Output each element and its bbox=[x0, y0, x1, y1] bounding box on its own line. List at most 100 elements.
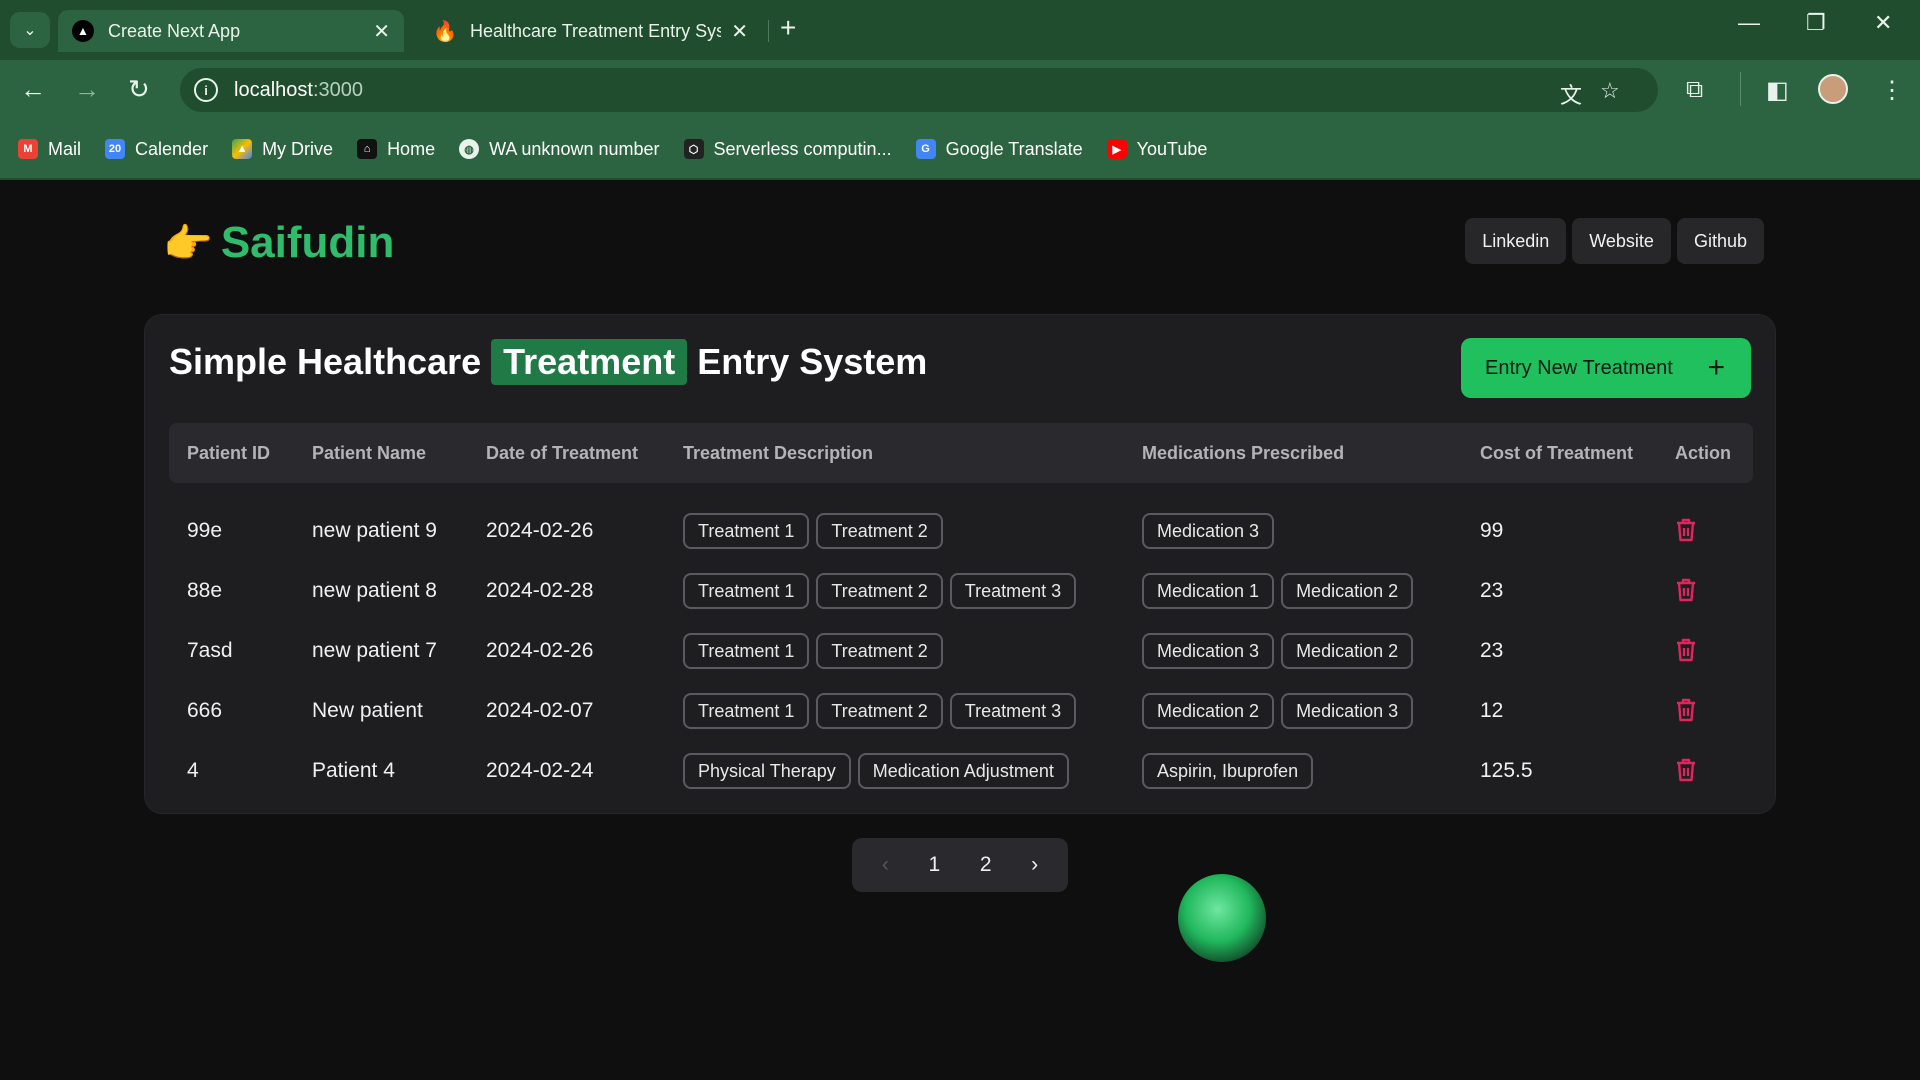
youtube-icon: ▶ bbox=[1106, 139, 1127, 159]
date-cell: 2024-02-28 bbox=[486, 579, 594, 602]
patient-id-cell: 666 bbox=[187, 699, 223, 722]
medication-tag: Medication 3 bbox=[1142, 633, 1275, 669]
restore-icon[interactable]: ❐ bbox=[1806, 10, 1826, 36]
tab-search-button[interactable]: ⌄ bbox=[10, 12, 50, 48]
treatment-tag: Treatment 1 bbox=[683, 513, 810, 549]
close-window-icon[interactable]: ✕ bbox=[1874, 10, 1892, 36]
table-row: 666 New patient 2024-02-07 12 Treatment 1 Tre… bbox=[169, 681, 1753, 741]
col-action: Action bbox=[1675, 443, 1731, 463]
page-2-button[interactable]: 2 bbox=[980, 853, 992, 877]
patient-id-cell: 7asd bbox=[187, 639, 233, 662]
treatment-tag: Treatment 1 bbox=[683, 693, 810, 729]
prev-page-button[interactable]: ‹ bbox=[882, 853, 889, 877]
extensions-icon[interactable]: ⧉ bbox=[1686, 76, 1703, 104]
cursor-highlight bbox=[1178, 874, 1266, 962]
col-cost: Cost of Treatment bbox=[1480, 443, 1634, 463]
site-info-icon[interactable]: i bbox=[194, 78, 218, 102]
toolbar-divider bbox=[1740, 72, 1741, 106]
bookmark-mail[interactable]: M Mail bbox=[18, 139, 81, 160]
cost-cell: 23 bbox=[1480, 639, 1504, 662]
bookmark-youtube[interactable]: ▶ YouTube bbox=[1106, 139, 1207, 160]
serverless-icon: ⬡ bbox=[683, 139, 704, 159]
bookmark-google-translate[interactable]: G Google Translate bbox=[915, 139, 1083, 160]
treatment-tag: Treatment 3 bbox=[949, 573, 1077, 609]
bookmark-star-icon[interactable]: ☆ bbox=[1600, 78, 1620, 104]
back-icon[interactable]: ← bbox=[20, 74, 46, 105]
patient-name-cell: new patient 7 bbox=[312, 639, 437, 662]
patient-name-cell: new patient 9 bbox=[312, 519, 437, 542]
linkedin-link[interactable]: Linkedin bbox=[1465, 218, 1567, 264]
bookmark-my-drive[interactable]: ▲ My Drive bbox=[232, 139, 333, 160]
new-tab-icon[interactable]: + bbox=[780, 12, 796, 44]
treatment-tag: Treatment 2 bbox=[816, 633, 943, 669]
patient-name-cell: new patient 8 bbox=[312, 579, 437, 602]
patient-name-cell: New patient bbox=[312, 699, 423, 722]
home-icon: ⌂ bbox=[357, 139, 378, 159]
bookmark-wa-unknown[interactable]: ◍ WA unknown number bbox=[459, 139, 660, 160]
translate-page-icon[interactable]: 文 bbox=[1560, 78, 1582, 110]
tab-title: Healthcare Treatment Entry Sys bbox=[470, 20, 722, 41]
treatment-tag: Treatment 3 bbox=[949, 693, 1077, 729]
entry-new-treatment-button[interactable]: Entry New Treatment + bbox=[1461, 338, 1751, 398]
cost-cell: 99 bbox=[1480, 519, 1504, 542]
bookmark-calender[interactable]: 20 Calender bbox=[105, 139, 208, 160]
menu-kebab-icon[interactable]: ⋮ bbox=[1880, 76, 1904, 105]
treatment-tags: Treatment 1 Treatment 2 Treatment 3 bbox=[683, 693, 1077, 729]
treatment-tag: Medication Adjustment bbox=[857, 753, 1069, 789]
side-panel-icon[interactable]: ◧ bbox=[1766, 76, 1789, 105]
close-tab-icon[interactable]: ✕ bbox=[731, 19, 748, 44]
firebase-icon: 🔥 bbox=[432, 20, 458, 43]
tab-title: Create Next App bbox=[108, 20, 241, 41]
table-row: 7asd new patient 7 2024-02-26 23 Treatment 1… bbox=[169, 621, 1753, 681]
table-header: Patient ID Patient Name Date of Treatmen… bbox=[169, 423, 1753, 483]
medication-tag: Aspirin, Ibuprofen bbox=[1142, 753, 1314, 789]
medication-tag: Medication 2 bbox=[1281, 573, 1414, 609]
close-tab-icon[interactable]: ✕ bbox=[373, 19, 390, 44]
delete-trash-icon[interactable] bbox=[1675, 637, 1697, 663]
delete-trash-icon[interactable] bbox=[1675, 577, 1697, 603]
treatment-tag: Treatment 2 bbox=[816, 693, 943, 729]
delete-trash-icon[interactable] bbox=[1675, 697, 1697, 723]
treatment-tags: Treatment 1 Treatment 2 bbox=[683, 633, 943, 669]
bookmarks-bar: M Mail 20 Calender ▲ My Drive ⌂ Home ◍ WA unk… bbox=[0, 120, 1920, 180]
minimize-icon[interactable]: — bbox=[1738, 10, 1760, 36]
col-patient-name: Patient Name bbox=[312, 443, 427, 463]
site-logo[interactable]: 👉 Saifudin bbox=[163, 218, 394, 268]
medication-tags: Medication 1 Medication 2 bbox=[1142, 573, 1414, 609]
profile-avatar[interactable] bbox=[1818, 74, 1848, 104]
page-1-button[interactable]: 1 bbox=[928, 853, 940, 877]
cost-cell: 125.5 bbox=[1480, 759, 1533, 782]
medication-tags: Aspirin, Ibuprofen bbox=[1142, 753, 1314, 789]
medication-tags: Medication 3 Medication 2 bbox=[1142, 633, 1414, 669]
table-row: 88e new patient 8 2024-02-28 23 Treatment 1T… bbox=[169, 561, 1753, 621]
col-medications: Medications Prescribed bbox=[1142, 443, 1345, 463]
tab-create-next-app[interactable]: ▲ Create Next App ✕ bbox=[58, 10, 404, 52]
delete-trash-icon[interactable] bbox=[1675, 757, 1697, 783]
table-row: 99e new patient 9 2024-02-26 99 Treatment 1T… bbox=[169, 501, 1753, 561]
medication-tag: Medication 2 bbox=[1142, 693, 1275, 729]
github-link[interactable]: Github bbox=[1676, 218, 1764, 264]
treatment-tag: Physical Therapy bbox=[683, 753, 851, 789]
pagination: ‹ 1 2 › bbox=[852, 838, 1068, 892]
patient-id-cell: 4 bbox=[187, 759, 199, 782]
translate-icon: G bbox=[915, 139, 936, 159]
pointing-hand-icon: 👉 bbox=[163, 221, 213, 266]
next-page-button[interactable]: › bbox=[1031, 853, 1038, 877]
treatment-card: Simple Healthcare Treatment Entry System… bbox=[144, 314, 1776, 814]
col-patient-id: Patient ID bbox=[187, 443, 271, 463]
gmail-icon: M bbox=[18, 139, 38, 159]
treatment-tag: Treatment 1 bbox=[683, 573, 810, 609]
cost-cell: 23 bbox=[1480, 579, 1504, 602]
date-cell: 2024-02-24 bbox=[486, 759, 594, 782]
bookmark-serverless[interactable]: ⬡ Serverless computin... bbox=[683, 139, 892, 160]
patient-id-cell: 88e bbox=[187, 579, 223, 602]
treatment-tag: Treatment 2 bbox=[816, 573, 943, 609]
reload-icon[interactable]: ↻ bbox=[128, 74, 150, 105]
tab-healthcare[interactable]: 🔥 Healthcare Treatment Entry Sys ✕ bbox=[420, 10, 762, 52]
delete-trash-icon[interactable] bbox=[1675, 517, 1697, 543]
forward-icon[interactable]: → bbox=[74, 74, 100, 105]
bookmark-home[interactable]: ⌂ Home bbox=[357, 139, 435, 160]
url-bar[interactable]: i localhost:3000 文 ☆ bbox=[180, 68, 1658, 112]
medication-tag: Medication 3 bbox=[1281, 693, 1414, 729]
website-link[interactable]: Website bbox=[1572, 218, 1671, 264]
